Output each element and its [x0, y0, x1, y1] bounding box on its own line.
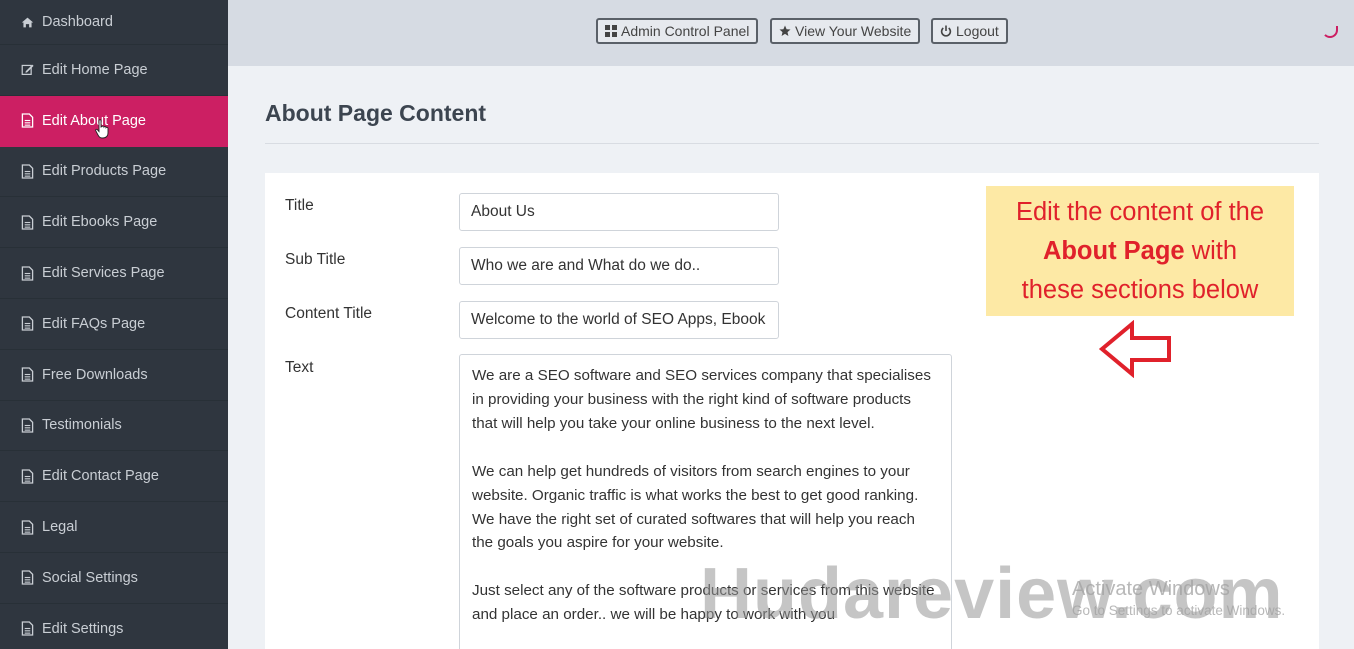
- sidebar-item-edit-ebooks-page[interactable]: Edit Ebooks Page: [0, 197, 228, 249]
- sidebar-item-legal[interactable]: Legal: [0, 502, 228, 553]
- sidebar-item-label: Edit Settings: [42, 620, 124, 637]
- sidebar: Dashboard Edit Home Page Edit About Page…: [0, 0, 228, 649]
- view-website-button[interactable]: View Your Website: [770, 18, 921, 44]
- callout-line-3: these sections below: [1021, 276, 1259, 304]
- text-label: Text: [285, 359, 314, 376]
- text-paragraph: We can help get hundreds of visitors fro…: [472, 462, 919, 552]
- top-bar: Admin Control Panel View Your Website Lo…: [228, 0, 1354, 66]
- file-icon: [20, 214, 34, 230]
- star-icon: [779, 25, 791, 37]
- sidebar-item-edit-faqs-page[interactable]: Edit FAQs Page: [0, 299, 228, 350]
- sidebar-item-label: Dashboard: [42, 14, 113, 30]
- logout-label: Logout: [956, 23, 999, 39]
- file-icon: [20, 519, 34, 535]
- file-icon: [20, 316, 34, 332]
- text-paragraph: We are a SEO software and SEO services c…: [472, 367, 931, 432]
- admin-control-panel-label: Admin Control Panel: [621, 23, 750, 39]
- file-icon: [20, 570, 34, 586]
- callout-bold-text: About Page: [1042, 237, 1185, 265]
- sidebar-item-edit-about-page[interactable]: Edit About Page: [0, 95, 228, 147]
- file-icon: [20, 468, 34, 484]
- callout-line-2: About Page with: [986, 232, 1294, 271]
- sidebar-item-label: Social Settings: [42, 569, 138, 586]
- content-title-input[interactable]: Welcome to the world of SEO Apps, Ebook: [459, 301, 779, 339]
- sidebar-item-edit-home-page[interactable]: Edit Home Page: [0, 45, 228, 96]
- sidebar-item-edit-products-page[interactable]: Edit Products Page: [0, 147, 228, 198]
- callout-line-2-rest: with: [1184, 237, 1238, 265]
- sidebar-item-edit-contact-page[interactable]: Edit Contact Page: [0, 451, 228, 503]
- logout-button[interactable]: Logout: [931, 18, 1008, 44]
- sidebar-item-label: Edit Contact Page: [42, 468, 159, 485]
- sidebar-item-label: Edit Services Page: [42, 265, 165, 282]
- activate-windows-subtitle: Go to Settings to activate Windows.: [1072, 603, 1286, 618]
- sidebar-item-label: Edit Home Page: [42, 61, 148, 78]
- power-icon: [940, 25, 952, 37]
- sidebar-item-label: Testimonials: [42, 417, 122, 434]
- content-title-label: Content Title: [285, 305, 373, 322]
- sidebar-item-label: Edit FAQs Page: [42, 315, 146, 332]
- grid-icon: [605, 25, 617, 37]
- view-website-label: View Your Website: [795, 23, 912, 39]
- edit-icon: [20, 62, 34, 78]
- file-icon: [20, 621, 34, 637]
- sidebar-item-label: Edit Products Page: [42, 163, 167, 180]
- file-icon: [20, 265, 34, 281]
- sidebar-item-edit-settings[interactable]: Edit Settings: [0, 604, 228, 649]
- file-icon: [20, 163, 34, 179]
- sidebar-item-dashboard[interactable]: Dashboard: [0, 0, 228, 45]
- callout-line-1: Edit the content of the: [1015, 198, 1265, 226]
- sidebar-item-label: Free Downloads: [42, 366, 148, 383]
- file-icon: [20, 113, 34, 129]
- title-divider: [265, 143, 1319, 144]
- sidebar-item-free-downloads[interactable]: Free Downloads: [0, 350, 228, 401]
- page-title: About Page Content: [265, 100, 487, 126]
- instruction-callout: Edit the content of the About Page with …: [986, 186, 1294, 316]
- home-icon: [20, 14, 34, 30]
- left-arrow-icon: [1098, 320, 1171, 378]
- loading-spinner-icon: [1322, 26, 1338, 38]
- hand-cursor-icon: [95, 119, 109, 139]
- file-icon: [20, 367, 34, 383]
- admin-control-panel-button[interactable]: Admin Control Panel: [596, 18, 759, 44]
- title-label: Title: [285, 197, 314, 214]
- sidebar-item-testimonials[interactable]: Testimonials: [0, 401, 228, 452]
- sub-title-input[interactable]: Who we are and What do we do..: [459, 247, 779, 285]
- sidebar-item-social-settings[interactable]: Social Settings: [0, 553, 228, 604]
- sidebar-item-label: Edit Ebooks Page: [42, 214, 158, 231]
- title-input[interactable]: About Us: [459, 193, 779, 231]
- activate-windows-title: Activate Windows: [1072, 578, 1230, 600]
- sidebar-item-label: Edit About Page: [42, 112, 146, 129]
- sidebar-item-label: Legal: [42, 519, 78, 536]
- file-icon: [20, 417, 34, 433]
- sub-title-label: Sub Title: [285, 251, 346, 268]
- sidebar-item-edit-services-page[interactable]: Edit Services Page: [0, 248, 228, 299]
